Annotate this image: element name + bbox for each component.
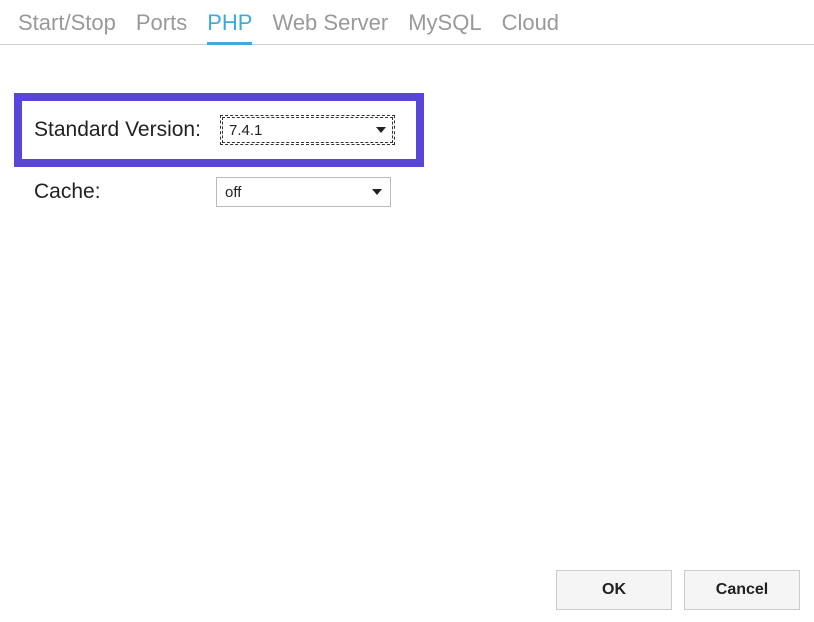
standard-version-value: 7.4.1 — [229, 122, 262, 139]
chevron-down-icon — [376, 127, 386, 133]
button-bar: OK Cancel — [556, 570, 800, 610]
ok-button[interactable]: OK — [556, 570, 672, 610]
tab-content: Standard Version: 7.4.1 Cache: off — [0, 45, 814, 217]
tab-ports[interactable]: Ports — [136, 10, 187, 44]
standard-version-label: Standard Version: — [34, 118, 220, 142]
chevron-down-icon — [372, 189, 382, 195]
tab-mysql[interactable]: MySQL — [408, 10, 481, 44]
tab-start-stop[interactable]: Start/Stop — [18, 10, 116, 44]
cache-label: Cache: — [34, 180, 216, 204]
tab-php[interactable]: PHP — [207, 10, 252, 44]
cache-value: off — [225, 184, 241, 201]
cache-dropdown[interactable]: off — [216, 177, 391, 207]
standard-version-highlight: Standard Version: 7.4.1 — [14, 93, 424, 167]
standard-version-dropdown[interactable]: 7.4.1 — [220, 115, 395, 145]
tab-bar: Start/Stop Ports PHP Web Server MySQL Cl… — [0, 0, 814, 45]
cancel-button[interactable]: Cancel — [684, 570, 800, 610]
tab-cloud[interactable]: Cloud — [502, 10, 559, 44]
cache-row: Cache: off — [14, 167, 800, 217]
tab-web-server[interactable]: Web Server — [272, 10, 388, 44]
